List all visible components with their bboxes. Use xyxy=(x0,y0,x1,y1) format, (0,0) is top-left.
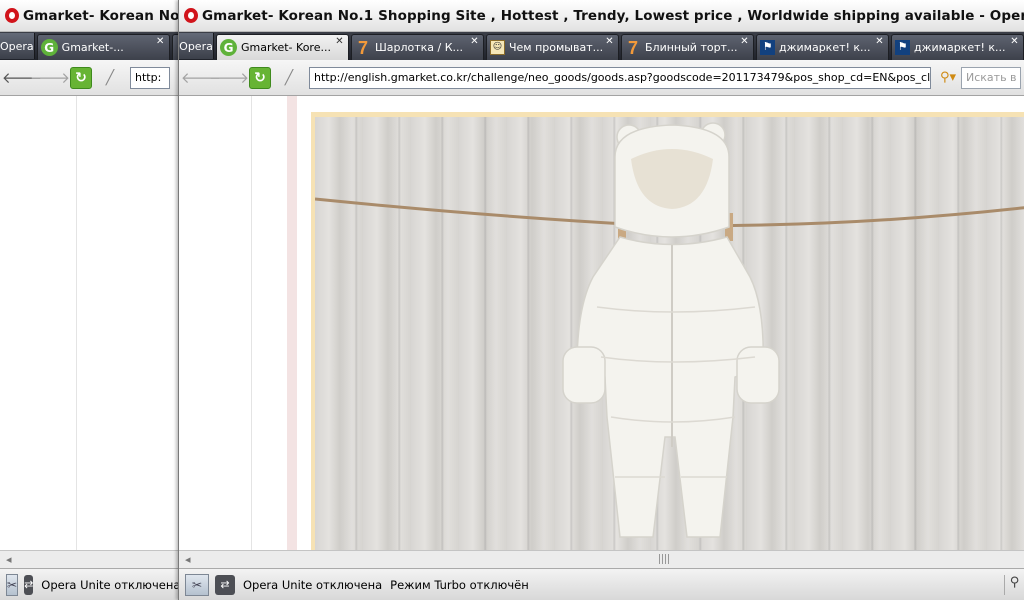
close-icon[interactable]: ✕ xyxy=(1009,37,1020,48)
back-status-bar: ✂ ⇄ Opera Unite отключена xyxy=(0,568,180,600)
tab-dzhimarket-2[interactable]: ⚑ джимаркет! к... ✕ xyxy=(891,34,1024,60)
front-browser-window: Gmarket- Korean No.1 Shopping Site , Hot… xyxy=(178,0,1024,600)
column-divider xyxy=(76,96,77,550)
back-address-field[interactable]: http: xyxy=(130,66,170,89)
opera-menu-button[interactable]: Opera xyxy=(179,33,214,59)
wand-icon[interactable]: ╱ xyxy=(98,67,122,89)
unite-icon[interactable]: ⇄ xyxy=(215,574,235,595)
close-icon[interactable]: ✕ xyxy=(739,37,750,48)
page-content xyxy=(179,96,1024,550)
tab-dzhimarket-1[interactable]: ⚑ джимаркет! к... ✕ xyxy=(756,34,889,60)
tab-chem-promyvat[interactable]: ☺ Чем промыват... ✕ xyxy=(486,34,619,60)
status-bar: ✂ ⇄ Opera Unite отключена Режим Turbo от… xyxy=(179,568,1024,600)
zoom-icon[interactable]: ⚲ xyxy=(1004,575,1024,595)
unite-status-text[interactable]: Opera Unite отключена xyxy=(243,578,382,592)
tab-bar: Opera G Gmarket- Kore... ✕ 7 Шарлотка / … xyxy=(179,32,1024,60)
unite-status-text[interactable]: Opera Unite отключена xyxy=(41,578,180,592)
tab-blinny-tort[interactable]: 7 Блинный торт... ✕ xyxy=(621,34,754,60)
product-image-frame xyxy=(311,112,1024,550)
unite-icon[interactable]: ⇄ xyxy=(24,574,34,595)
tab-label: Gmarket-... xyxy=(61,41,124,54)
window-title: Gmarket- Korean No.1 Shopping Site , Hot… xyxy=(202,7,1024,24)
panel-tools-icon[interactable]: ✂ xyxy=(185,573,209,596)
close-icon[interactable]: ✕ xyxy=(334,37,345,48)
gmarket-icon: G xyxy=(40,39,58,56)
tab-sharlotka[interactable]: 7 Шарлотка / К... ✕ xyxy=(351,34,484,60)
close-icon[interactable]: ✕ xyxy=(874,37,885,48)
seven-icon: 7 xyxy=(627,37,638,58)
address-field[interactable]: http://english.gmarket.co.kr/challenge/n… xyxy=(309,66,931,89)
tab-label: Шарлотка / К... xyxy=(375,41,464,54)
tab-label: Чем промыват... xyxy=(509,41,604,54)
column-divider xyxy=(251,96,252,550)
turbo-status-text[interactable]: Режим Turbo отключён xyxy=(390,578,529,592)
opera-logo-icon xyxy=(184,8,198,23)
panel-tools-icon[interactable]: ✂ xyxy=(6,573,19,596)
close-icon[interactable]: ✕ xyxy=(155,37,166,48)
back-window-title: Gmarket- Korean No.1 S xyxy=(23,7,180,24)
flag-icon: ⚑ xyxy=(760,40,775,55)
snowsuit-illustration xyxy=(315,122,1024,538)
back-tab-bar: Opera G Gmarket-... ✕ 7 Ш xyxy=(0,32,180,60)
back-title-bar[interactable]: Gmarket- Korean No.1 S xyxy=(0,0,180,32)
tab-label: джимаркет! к... xyxy=(779,41,871,54)
tab-gmarket[interactable]: G Gmarket- Kore... ✕ xyxy=(216,34,349,60)
front-title-bar[interactable]: Gmarket- Korean No.1 Shopping Site , Hot… xyxy=(179,0,1024,32)
search-engine-icon[interactable]: ⚲▾ xyxy=(935,67,961,89)
opera-logo-icon xyxy=(5,8,19,23)
back-page-content xyxy=(0,96,180,550)
tab-label: Gmarket- Kore... xyxy=(241,41,331,54)
scroll-left-icon[interactable]: ◂ xyxy=(6,553,12,566)
close-icon[interactable]: ✕ xyxy=(604,37,615,48)
back-browser-window: Gmarket- Korean No.1 S Opera G Gmarket-.… xyxy=(0,0,180,600)
horizontal-scrollbar[interactable]: ◂ xyxy=(179,550,1024,568)
product-image[interactable] xyxy=(315,117,1024,550)
reload-icon[interactable]: ↻ xyxy=(249,66,271,89)
close-icon[interactable]: ✕ xyxy=(469,37,480,48)
search-input[interactable]: Искать в Г xyxy=(961,66,1021,89)
navigation-toolbar: 🡐 🡒 ↻ ╱ http://english.gmarket.co.kr/cha… xyxy=(179,60,1024,96)
tab-label: Блинный торт... xyxy=(645,41,738,54)
tab-label: джимаркет! к... xyxy=(914,41,1006,54)
gmarket-icon: G xyxy=(220,39,237,56)
forward-arrow-icon[interactable]: 🡒 xyxy=(209,67,249,89)
back-tab-gmarket[interactable]: G Gmarket-... ✕ xyxy=(36,34,170,60)
scroll-grip-icon[interactable] xyxy=(659,554,669,564)
reload-icon[interactable]: ↻ xyxy=(70,66,92,89)
wand-icon[interactable]: ╱ xyxy=(277,67,301,89)
back-opera-menu-button[interactable]: Opera xyxy=(0,33,35,59)
page-margin xyxy=(287,96,297,550)
scroll-left-icon[interactable]: ◂ xyxy=(185,553,191,566)
seven-icon: 7 xyxy=(357,37,368,58)
back-horizontal-scrollbar[interactable]: ◂ xyxy=(0,550,180,568)
back-toolbar: 🡐 🡒 ↻ ╱ http: xyxy=(0,60,180,96)
flag-icon: ⚑ xyxy=(895,40,910,55)
face-icon: ☺ xyxy=(490,40,505,55)
forward-arrow-icon[interactable]: 🡒 xyxy=(30,67,70,89)
